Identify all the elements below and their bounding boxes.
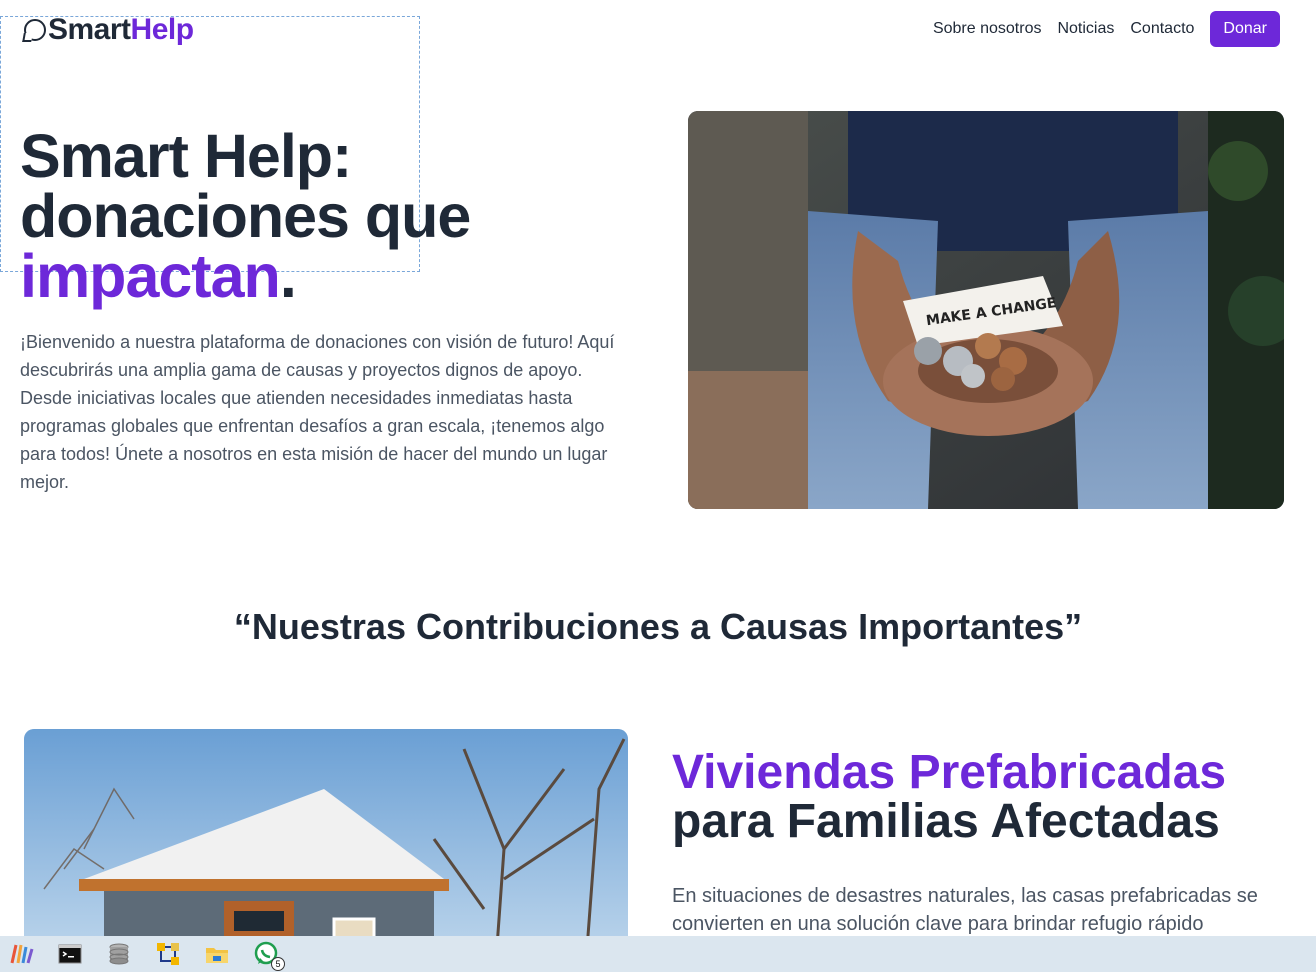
hero-title-accent: impactan (20, 242, 281, 310)
hero-title-line2: donaciones que (20, 182, 471, 250)
feature-title: Viviendas Prefabricadas para Familias Af… (672, 748, 1292, 846)
file-explorer-icon[interactable] (204, 941, 230, 967)
app-launcher-icon[interactable] (8, 941, 34, 967)
nav-link-contacto[interactable]: Contacto (1130, 11, 1194, 47)
feature-title-rest: para Familias Afectadas (672, 795, 1220, 848)
notification-badge: 5 (271, 957, 285, 971)
network-tool-icon[interactable] (155, 941, 181, 967)
feature-title-accent: Viviendas Prefabricadas (672, 746, 1227, 799)
hero-title-period: . (279, 242, 297, 310)
feature-description: En situaciones de desastres naturales, l… (672, 885, 1258, 935)
hero-description: ¡Bienvenido a nuestra plataforma de dona… (20, 332, 615, 492)
top-navigation: Smart Help Sobre nosotros Noticias Contac… (0, 0, 1316, 60)
database-icon[interactable] (106, 941, 132, 967)
nav-link-noticias[interactable]: Noticias (1057, 11, 1114, 47)
section-title-contributions: “Nuestras Contribuciones a Causas Import… (233, 606, 1083, 647)
nav-link-sobre-nosotros[interactable]: Sobre nosotros (933, 11, 1042, 47)
nav-links: Sobre nosotros Noticias Contacto Donar (917, 11, 1280, 47)
whatsapp-icon[interactable]: 5 (253, 941, 285, 971)
donate-button[interactable]: Donar (1210, 11, 1280, 47)
hero-image-hands-coins: MAKE A CHANGE (688, 111, 1284, 509)
hero-title: Smart Help: donaciones que impactan. (20, 126, 640, 307)
os-taskbar: 5 (0, 936, 1316, 972)
terminal-icon[interactable] (57, 941, 83, 967)
hero-title-line1: Smart Help: (20, 122, 352, 190)
logo-text-help: Help (130, 13, 195, 46)
site-logo[interactable]: Smart Help (24, 12, 194, 48)
logo-text-smart: Smart (48, 13, 131, 46)
chat-bubble-icon (24, 19, 46, 41)
